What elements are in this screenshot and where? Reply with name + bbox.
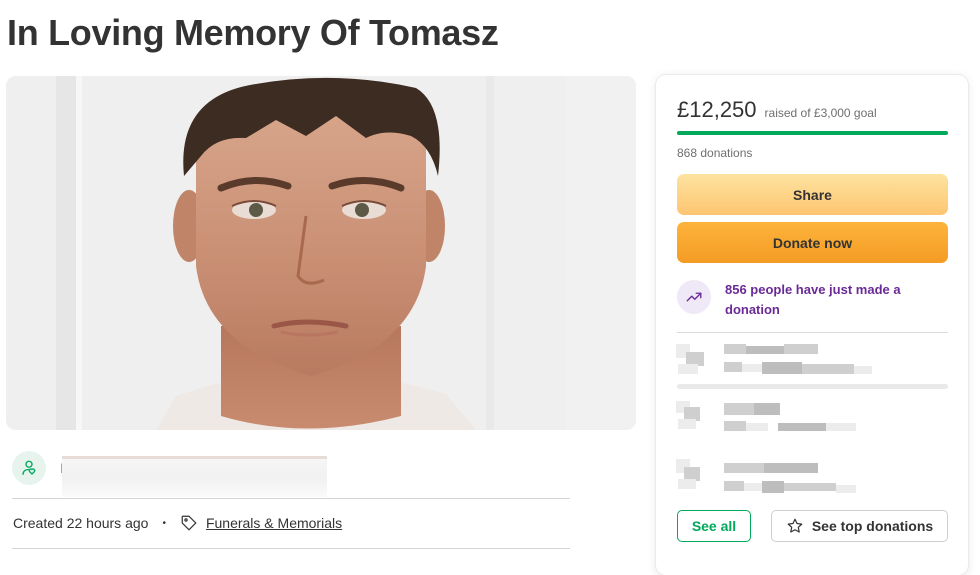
see-all-button[interactable]: See all: [677, 510, 751, 542]
divider: [12, 498, 570, 499]
trend-text: 856 people have just made a donation: [725, 282, 901, 317]
donor-item: [674, 457, 954, 501]
separator-dot: •: [162, 517, 166, 529]
redacted-organizer-name: [62, 456, 327, 497]
page-title: In Loving Memory Of Tomasz: [7, 12, 499, 53]
donation-card: £12,250 raised of £3,000 goal 868 donati…: [656, 75, 968, 575]
progress-bar: [677, 131, 948, 135]
tag-icon: [180, 514, 198, 532]
created-time: Created 22 hours ago: [13, 515, 149, 531]
divider: [12, 548, 570, 549]
divider: [677, 332, 948, 333]
campaign-meta: Created 22 hours ago • Funerals & Memori…: [13, 514, 342, 532]
recent-donations-notice: 856 people have just made a donation: [677, 280, 948, 320]
amount-value: £12,250: [677, 97, 757, 122]
trending-up-icon: [677, 280, 711, 314]
donations-count: 868 donations: [677, 146, 753, 160]
donor-item: [674, 397, 954, 441]
divider: [677, 384, 948, 389]
campaign-photo: [6, 76, 636, 430]
donate-now-button[interactable]: Donate now: [677, 222, 948, 263]
see-top-donations-label: See top donations: [811, 518, 934, 534]
share-button[interactable]: Share: [677, 174, 948, 215]
organizer-row[interactable]: F: [12, 451, 572, 497]
progress-fill: [677, 131, 948, 135]
star-icon: [786, 517, 804, 535]
see-top-donations-button[interactable]: See top donations: [771, 510, 948, 542]
user-heart-icon: [12, 451, 46, 485]
category-link[interactable]: Funerals & Memorials: [206, 515, 342, 531]
amount-raised: £12,250 raised of £3,000 goal: [677, 97, 877, 123]
donor-item: [674, 340, 954, 384]
goal-text: raised of £3,000 goal: [764, 106, 877, 120]
